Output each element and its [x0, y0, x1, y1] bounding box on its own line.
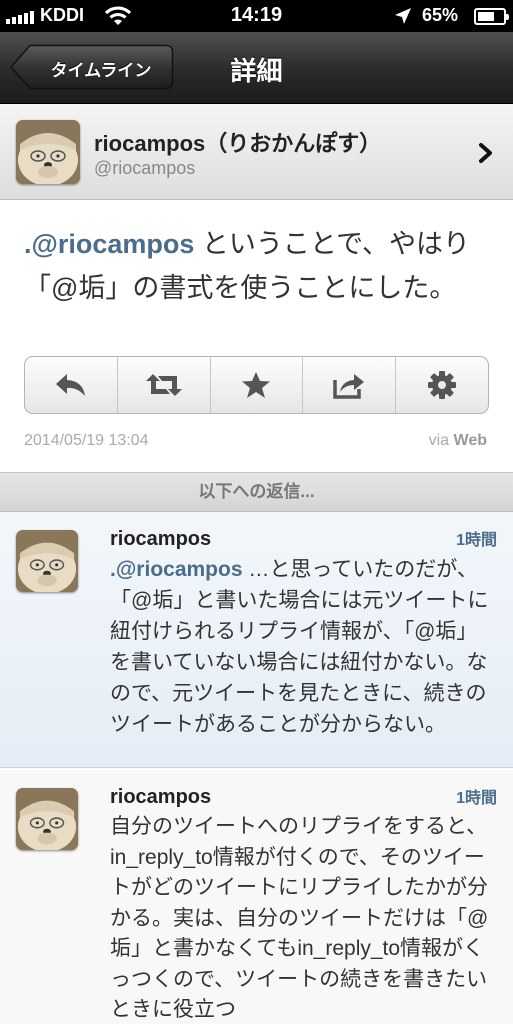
location-arrow-icon [395, 8, 411, 24]
tweet-source: via Web [429, 432, 487, 450]
reply-time: 1時間 [456, 790, 497, 807]
battery-icon [474, 8, 509, 25]
tweet-action-bar [24, 356, 489, 414]
profile-header[interactable]: riocampos（りおかんぽす） @riocampos [0, 104, 513, 200]
favorite-icon [242, 372, 271, 398]
more-options-button[interactable] [396, 357, 488, 413]
reply-list-item[interactable]: riocampos 1時間 .@riocampos …と思っていたのだが、「@垢… [0, 512, 513, 768]
status-bar: KDDI 14:19 65% [0, 0, 513, 32]
tweet-mention-link[interactable]: .@riocampos [24, 229, 194, 259]
via-prefix: via [428, 432, 454, 449]
reply-body: …と思っていたのだが、「@垢」と書いた場合には元ツイートに紐付けられるリプライ情… [110, 558, 489, 736]
back-button-label: タイムライン [50, 61, 152, 80]
reply-mention-link[interactable]: .@riocampos [110, 558, 243, 581]
source-link[interactable]: Web [454, 432, 487, 449]
reply-icon [55, 374, 85, 396]
navigation-bar: タイムライン 詳細 [0, 32, 513, 104]
avatar-image [16, 530, 78, 592]
settings-icon [428, 371, 457, 399]
avatar-image [16, 120, 80, 184]
reply-text: 自分のツイートへのリプライをすると、in_reply_to情報が付くので、そのツ… [110, 815, 489, 1021]
avatar[interactable] [16, 530, 78, 592]
page-title: 詳細 [230, 56, 283, 86]
battery-fill [478, 12, 494, 21]
avatar-image [16, 788, 78, 850]
tweet-timestamp: 2014/05/19 13:04 [24, 432, 149, 449]
back-button[interactable]: タイムライン [10, 44, 174, 90]
profile-handle: @riocampos [94, 158, 196, 178]
avatar[interactable] [16, 788, 78, 850]
profile-display-name: riocampos（りおかんぽす） [94, 131, 382, 156]
reply-list-item[interactable]: riocampos 1時間 自分のツイートへのリプライをすると、in_reply… [0, 769, 513, 1024]
reply-button[interactable] [25, 357, 118, 413]
reply-text: .@riocampos …と思っていたのだが、「@垢」と書いた場合には元ツイート… [110, 554, 498, 740]
share-button[interactable] [303, 357, 397, 413]
retweet-button[interactable] [118, 357, 211, 413]
retweet-icon [145, 374, 182, 396]
replies-section-header: 以下への返信... [0, 472, 513, 512]
battery-percent: 65% [422, 5, 459, 25]
reply-author-name: riocampos [110, 786, 212, 808]
share-icon [333, 374, 365, 399]
favorite-button[interactable] [211, 357, 304, 413]
reply-author-name: riocampos [110, 528, 212, 550]
avatar[interactable] [16, 120, 80, 184]
chevron-right-icon[interactable] [478, 142, 494, 164]
tweet-text: .@riocampos ということで、やはり「@垢」の書式を使うことにした。 [24, 222, 484, 310]
tweet-detail: .@riocampos ということで、やはり「@垢」の書式を使うことにした。 2… [0, 200, 513, 472]
reply-time: 1時間 [456, 532, 497, 549]
